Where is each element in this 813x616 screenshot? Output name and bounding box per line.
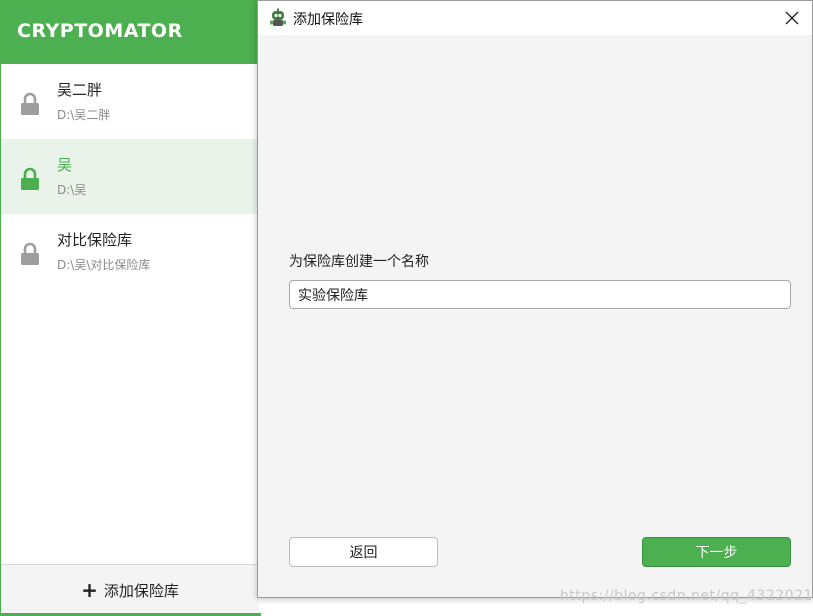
vault-name: 吴二胖 — [57, 81, 103, 99]
vault-path: D:\吴二胖 — [57, 108, 111, 122]
dialog-titlebar: 添加保险库 — [258, 1, 812, 35]
vault-list: 吴二胖 D:\吴二胖 吴 D:\吴 对比保险库 D:\吴\对比保险库 — [1, 64, 259, 289]
vault-name: 对比保险库 — [57, 231, 133, 249]
add-vault-label: 添加保险库 — [103, 581, 179, 600]
close-button[interactable] — [772, 1, 812, 35]
plus-icon: + — [81, 578, 98, 602]
back-button[interactable]: 返回 — [289, 537, 438, 567]
vault-item[interactable]: 吴二胖 D:\吴二胖 — [1, 64, 259, 139]
app-header: CRYPTOMATOR — [1, 0, 261, 64]
cryptomator-robot-icon — [270, 8, 286, 26]
add-vault-button[interactable]: + 添加保险库 — [1, 565, 259, 615]
lock-icon — [21, 167, 39, 190]
vault-item-selected[interactable]: 吴 D:\吴 — [1, 139, 259, 214]
app-title: CRYPTOMATOR — [17, 20, 183, 42]
dialog-title: 添加保险库 — [293, 12, 363, 28]
vault-path: D:\吴\对比保险库 — [57, 258, 151, 272]
vault-path: D:\吴 — [57, 183, 87, 197]
lock-icon — [21, 242, 39, 265]
watermark-text: https://blog.csdn.net/qq_43220213 — [560, 588, 813, 604]
vault-name: 吴 — [57, 156, 73, 174]
main-window: CRYPTOMATOR 吴二胖 D:\吴二胖 吴 D:\吴 对比保险库 D:\吴… — [0, 0, 261, 616]
footer-bar: + 添加保险库 — [1, 564, 259, 615]
next-button[interactable]: 下一步 — [642, 537, 791, 567]
lock-icon — [21, 92, 39, 115]
close-icon — [785, 11, 799, 25]
vault-name-input[interactable] — [289, 280, 791, 309]
add-vault-dialog: 添加保险库 为保险库创建一个名称 返回 下一步 — [257, 0, 813, 598]
vault-name-prompt: 为保险库创建一个名称 — [289, 254, 429, 270]
vault-item[interactable]: 对比保险库 D:\吴\对比保险库 — [1, 214, 259, 289]
